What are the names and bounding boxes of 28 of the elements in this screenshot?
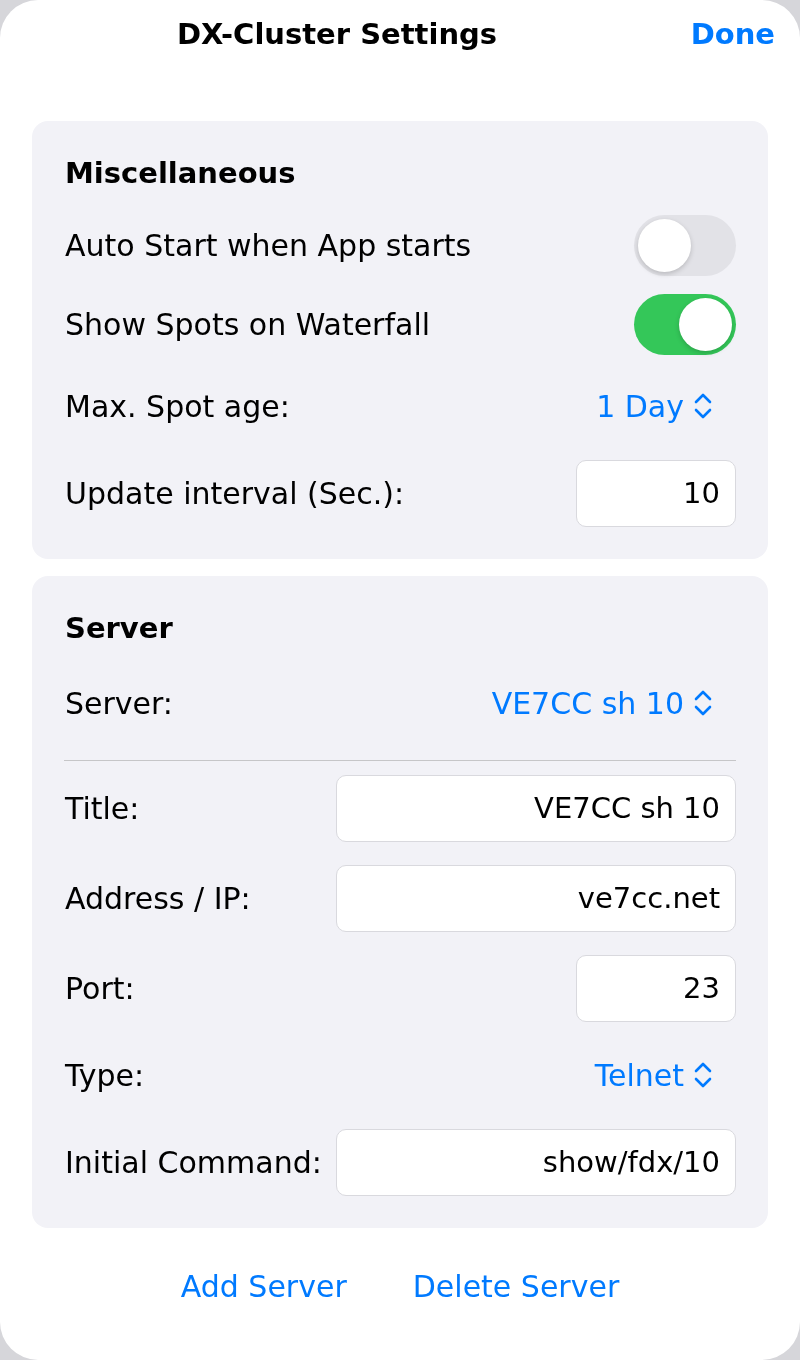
- setting-label: Initial Command:: [65, 1144, 322, 1180]
- toggle-switch[interactable]: [634, 294, 736, 355]
- section-title: Miscellaneous: [65, 155, 297, 192]
- chevron-icon: [694, 393, 712, 419]
- input-field[interactable]: show/fdx/10: [336, 1128, 736, 1196]
- header-title: DX-Cluster Settings: [177, 17, 498, 51]
- picker-button[interactable]: 1 Day: [596, 384, 712, 428]
- picker-button[interactable]: VE7CC sh 10: [491, 681, 712, 725]
- chevron-icon: [694, 1062, 712, 1088]
- setting-label: Server:: [65, 685, 173, 721]
- input-field[interactable]: VE7CC sh 10: [336, 774, 736, 842]
- section-title: Server: [65, 610, 174, 647]
- setting-label: Type:: [65, 1057, 144, 1093]
- input-field[interactable]: 23: [576, 954, 736, 1022]
- chevron-icon: [694, 690, 712, 716]
- done-button[interactable]: Done: [690, 13, 775, 55]
- picker-button[interactable]: Telnet: [594, 1053, 712, 1097]
- setting-label: Title:: [65, 790, 140, 826]
- action-button[interactable]: Delete Server: [412, 1265, 620, 1308]
- action-button[interactable]: Add Server: [180, 1265, 347, 1308]
- input-field[interactable]: 10: [576, 459, 736, 527]
- setting-label: Update interval (Sec.):: [65, 475, 405, 511]
- setting-label: Port:: [65, 970, 135, 1006]
- setting-label: Max. Spot age:: [65, 388, 290, 424]
- setting-label: Address / IP:: [65, 880, 251, 916]
- setting-label: Show Spots on Waterfall: [65, 307, 431, 342]
- input-field[interactable]: ve7cc.net: [336, 864, 736, 932]
- setting-label: Auto Start when App starts: [65, 228, 472, 263]
